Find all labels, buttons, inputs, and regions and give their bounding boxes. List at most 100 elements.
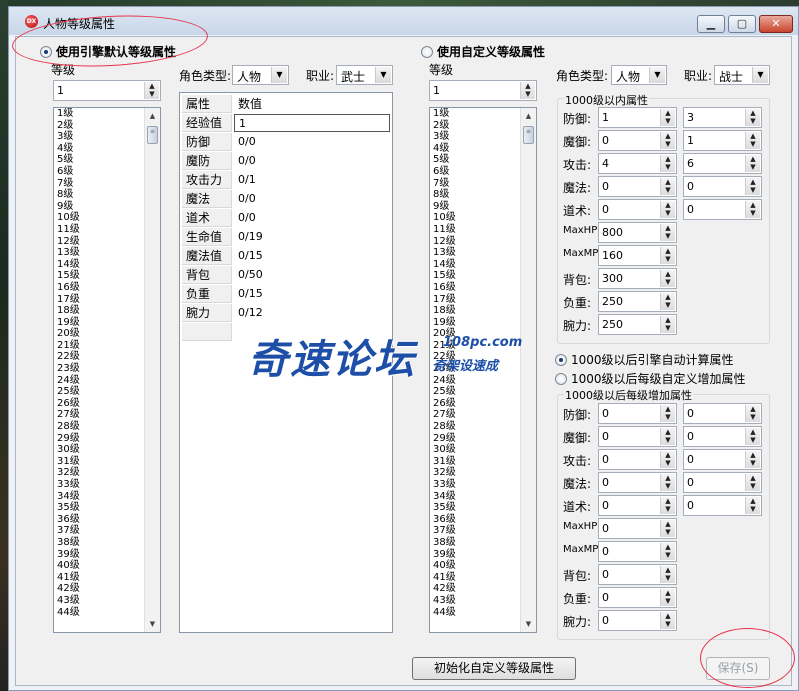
grid-attr-value[interactable]: 0/0 <box>234 152 390 170</box>
attr-spinner[interactable]: 0 ▲ ▼ <box>683 495 762 516</box>
attr-spinner[interactable]: 0 ▲ ▼ <box>598 564 677 585</box>
scroll-up-icon[interactable]: ▲ <box>145 108 160 124</box>
job-select-right[interactable]: 战士 ▼ <box>714 65 770 85</box>
role-type-select-left[interactable]: 人物 ▼ <box>232 65 289 85</box>
spinner-arrows-icon[interactable]: ▲ ▼ <box>660 520 675 537</box>
spinner-arrows-icon[interactable]: ▲ ▼ <box>745 405 760 422</box>
grid-attr-value[interactable]: 0/50 <box>234 266 390 284</box>
scroll-down-icon[interactable]: ▼ <box>521 616 536 632</box>
spinner-arrows-icon[interactable]: ▲ ▼ <box>745 155 760 172</box>
attr-spinner[interactable]: 0 ▲ ▼ <box>683 449 762 470</box>
grid-attr-value[interactable]: 0/15 <box>234 285 390 303</box>
spinner-arrows-icon[interactable]: ▲ ▼ <box>745 451 760 468</box>
grid-row[interactable]: 生命值 0/19 <box>180 228 392 247</box>
spinner-arrows-icon[interactable]: ▲ ▼ <box>660 405 675 422</box>
grid-row[interactable]: 背包 0/50 <box>180 266 392 285</box>
spinner-arrows-icon[interactable]: ▲ ▼ <box>660 474 675 491</box>
spinner-arrows-icon[interactable]: ▲ ▼ <box>660 109 675 126</box>
spinner-arrows-icon[interactable]: ▲ ▼ <box>745 497 760 514</box>
grid-attr-value[interactable]: 0/12 <box>234 304 390 322</box>
spinner-arrows-icon[interactable]: ▲ ▼ <box>660 293 675 310</box>
attr-spinner[interactable]: 0 ▲ ▼ <box>598 426 677 447</box>
spinner-arrows-icon[interactable]: ▲ ▼ <box>144 82 159 99</box>
spinner-arrows-icon[interactable]: ▲ ▼ <box>660 201 675 218</box>
attr-spinner[interactable]: 0 ▲ ▼ <box>683 403 762 424</box>
grid-attr-value[interactable]: 0/19 <box>234 228 390 246</box>
attr-spinner[interactable]: 250 ▲ ▼ <box>598 291 677 312</box>
attr-spinner[interactable]: 0 ▲ ▼ <box>598 587 677 608</box>
spinner-arrows-icon[interactable]: ▲ ▼ <box>660 270 675 287</box>
spinner-arrows-icon[interactable]: ▲ ▼ <box>660 224 675 241</box>
spinner-arrows-icon[interactable]: ▲ ▼ <box>660 566 675 583</box>
spinner-arrows-icon[interactable]: ▲ ▼ <box>745 201 760 218</box>
maximize-button[interactable]: ▢ <box>728 15 756 33</box>
attr-spinner[interactable]: 0 ▲ ▼ <box>598 403 677 424</box>
spinner-arrows-icon[interactable]: ▲ ▼ <box>520 82 535 99</box>
radio-custom-levels[interactable]: 使用自定义等级属性 <box>421 43 545 60</box>
spinner-arrows-icon[interactable]: ▲ ▼ <box>745 132 760 149</box>
attr-spinner[interactable]: 0 ▲ ▼ <box>598 610 677 631</box>
spinner-arrows-icon[interactable]: ▲ ▼ <box>745 428 760 445</box>
role-type-select-right[interactable]: 人物 ▼ <box>611 65 667 85</box>
attr-spinner[interactable]: 0 ▲ ▼ <box>598 199 677 220</box>
grid-attr-value[interactable]: 0/1 <box>234 171 390 189</box>
attr-spinner[interactable]: 800 ▲ ▼ <box>598 222 677 243</box>
level-list-left[interactable]: 1级 2级 3级 4级 5级 6级 7级 8级 9级 10级 11级 12级 13级 14级 15级 16级 1… <box>53 107 161 633</box>
attr-spinner[interactable]: 0 ▲ ▼ <box>683 199 762 220</box>
list-scrollbar[interactable]: ▲ ≡ ▼ <box>144 108 160 632</box>
grid-row[interactable]: 防御 0/0 <box>180 133 392 152</box>
grid-row[interactable]: 道术 0/0 <box>180 209 392 228</box>
grid-attr-value[interactable]: 1 <box>234 114 390 132</box>
attr-spinner[interactable]: 0 ▲ ▼ <box>598 176 677 197</box>
attr-spinner[interactable]: 0 ▲ ▼ <box>598 449 677 470</box>
scroll-thumb[interactable]: ≡ <box>147 126 158 144</box>
spinner-arrows-icon[interactable]: ▲ ▼ <box>660 247 675 264</box>
spinner-arrows-icon[interactable]: ▲ ▼ <box>660 428 675 445</box>
grid-attr-value[interactable]: 0/15 <box>234 247 390 265</box>
grid-row[interactable]: 腕力 0/12 <box>180 304 392 323</box>
spinner-arrows-icon[interactable]: ▲ ▼ <box>660 155 675 172</box>
attr-spinner[interactable]: 0 ▲ ▼ <box>598 541 677 562</box>
spinner-arrows-icon[interactable]: ▲ ▼ <box>660 451 675 468</box>
level-spinner-right[interactable]: 1 ▲ ▼ <box>429 80 537 101</box>
attr-spinner[interactable]: 0 ▲ ▼ <box>598 518 677 539</box>
radio-custom-after-1000[interactable]: 1000级以后每级自定义增加属性 <box>555 370 746 387</box>
spinner-arrows-icon[interactable]: ▲ ▼ <box>660 316 675 333</box>
close-button[interactable]: ✕ <box>759 15 793 33</box>
attr-spinner[interactable]: 1 ▲ ▼ <box>683 130 762 151</box>
spinner-arrows-icon[interactable]: ▲ ▼ <box>660 543 675 560</box>
scroll-up-icon[interactable]: ▲ <box>521 108 536 124</box>
attr-spinner[interactable]: 0 ▲ ▼ <box>683 426 762 447</box>
attr-spinner[interactable]: 0 ▲ ▼ <box>683 176 762 197</box>
grid-row[interactable]: 攻击力 0/1 <box>180 171 392 190</box>
init-custom-levels-button[interactable]: 初始化自定义等级属性 <box>412 657 576 680</box>
job-select-left[interactable]: 武士 ▼ <box>336 65 393 85</box>
spinner-arrows-icon[interactable]: ▲ ▼ <box>745 178 760 195</box>
attr-spinner[interactable]: 4 ▲ ▼ <box>598 153 677 174</box>
attr-spinner[interactable]: 300 ▲ ▼ <box>598 268 677 289</box>
spinner-arrows-icon[interactable]: ▲ ▼ <box>745 109 760 126</box>
attr-spinner[interactable]: 0 ▲ ▼ <box>598 472 677 493</box>
minimize-button[interactable]: ▁ <box>697 15 725 33</box>
radio-auto-after-1000[interactable]: 1000级以后引擎自动计算属性 <box>555 351 734 368</box>
attr-spinner[interactable]: 0 ▲ ▼ <box>598 130 677 151</box>
spinner-arrows-icon[interactable]: ▲ ▼ <box>660 497 675 514</box>
grid-row[interactable]: 魔法值 0/15 <box>180 247 392 266</box>
grid-row[interactable]: 经验值 1 <box>180 114 392 133</box>
spinner-arrows-icon[interactable]: ▲ ▼ <box>660 612 675 629</box>
attr-spinner[interactable]: 250 ▲ ▼ <box>598 314 677 335</box>
attr-spinner[interactable]: 0 ▲ ▼ <box>598 495 677 516</box>
attr-spinner[interactable]: 0 ▲ ▼ <box>683 472 762 493</box>
spinner-arrows-icon[interactable]: ▲ ▼ <box>660 178 675 195</box>
spinner-arrows-icon[interactable]: ▲ ▼ <box>745 474 760 491</box>
grid-row[interactable]: 魔法 0/0 <box>180 190 392 209</box>
grid-attr-value[interactable]: 0/0 <box>234 190 390 208</box>
grid-row[interactable]: 魔防 0/0 <box>180 152 392 171</box>
spinner-arrows-icon[interactable]: ▲ ▼ <box>660 589 675 606</box>
attr-spinner[interactable]: 1 ▲ ▼ <box>598 107 677 128</box>
level-spinner-left[interactable]: 1 ▲ ▼ <box>53 80 161 101</box>
scroll-down-icon[interactable]: ▼ <box>145 616 160 632</box>
grid-attr-value[interactable]: 0/0 <box>234 133 390 151</box>
grid-attr-value[interactable]: 0/0 <box>234 209 390 227</box>
list-scrollbar[interactable]: ▲ ≡ ▼ <box>520 108 536 632</box>
